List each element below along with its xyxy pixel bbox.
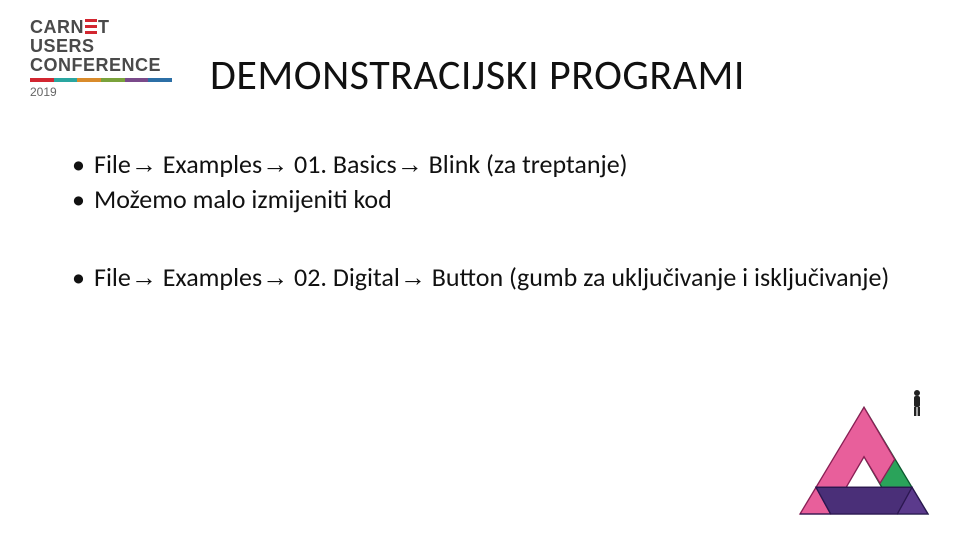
logo-color-stripe (30, 78, 172, 82)
logo-line3: CONFERENCE (30, 56, 180, 75)
logo-year: 2019 (30, 85, 180, 99)
logo-line2: USERS (30, 37, 180, 56)
bullet-3: File→ Examples→ 02. Digital→ Button (gum… (72, 261, 900, 294)
bullet-1-seg-3: 01. Basics (288, 148, 397, 180)
person-figure-icon (910, 389, 924, 422)
bullet-3-seg-2: Examples (157, 261, 262, 293)
arrow-icon: → (131, 149, 157, 179)
bullet-1-seg-4: Blink (za treptanje) (423, 148, 628, 180)
slide: CARN T USERS CONFERENCE 2019 DEMONSTRACI… (0, 0, 960, 540)
arrow-icon: → (397, 149, 423, 179)
logo-text: CARN T USERS CONFERENCE (30, 18, 180, 75)
bullet-1: File→ Examples→ 01. Basics→ Blink (za tr… (72, 148, 900, 181)
bullet-2: Možemo malo izmijeniti kod (72, 183, 900, 216)
logo-bars-icon (85, 19, 97, 34)
bullet-3-seg-3: 02. Digital (288, 261, 400, 293)
logo-line1-part1: CARN (30, 18, 84, 37)
bullet-1-seg-2: Examples (157, 148, 262, 180)
bullet-3-seg-4: Button (gumb za uključivanje i isključiv… (426, 261, 889, 293)
slide-body: File→ Examples→ 01. Basics→ Blink (za tr… (72, 148, 900, 296)
arrow-icon: → (262, 149, 288, 179)
bullet-3-seg-1: File (94, 261, 131, 293)
arrow-icon: → (400, 262, 426, 292)
logo-line1-part2: T (98, 18, 110, 37)
arrow-icon: → (262, 262, 288, 292)
slide-title: DEMONSTRACIJSKI PROGRAMI (210, 50, 745, 101)
conference-logo: CARN T USERS CONFERENCE 2019 (30, 18, 180, 99)
arrow-icon: → (131, 262, 157, 292)
bullet-1-seg-1: File (94, 148, 131, 180)
